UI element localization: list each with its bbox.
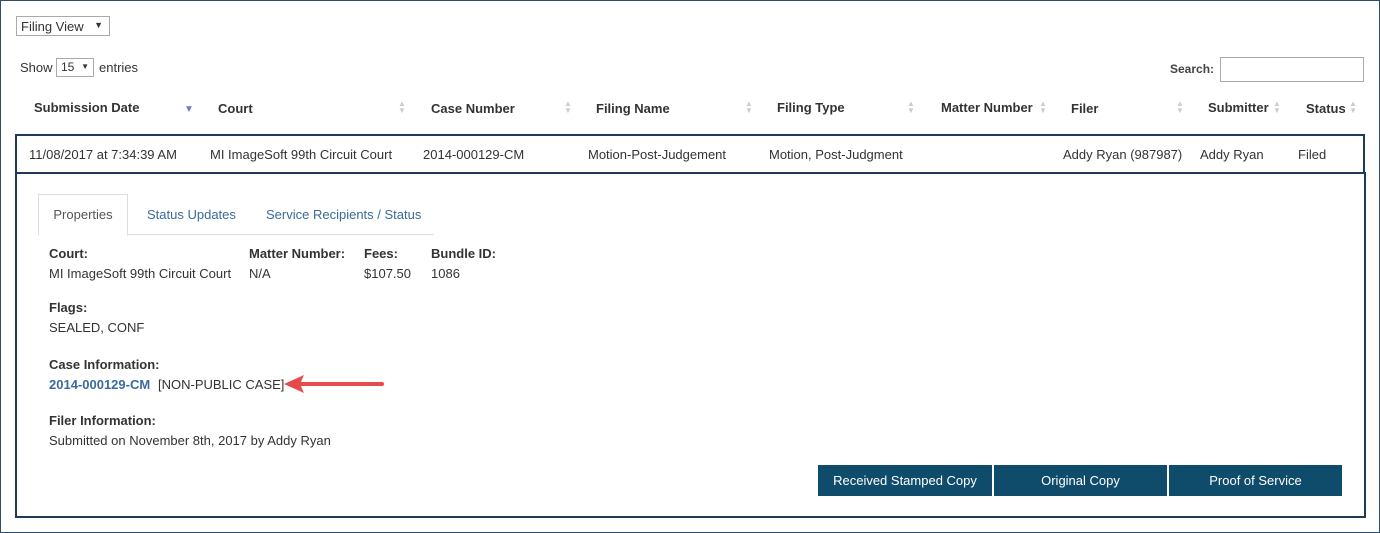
- sort-desc-icon[interactable]: ▼: [184, 105, 194, 115]
- sort-icon[interactable]: ▲ ▼: [1175, 100, 1185, 115]
- column-header-matter-number[interactable]: Matter Number: [941, 100, 1033, 115]
- search-input[interactable]: [1220, 57, 1364, 82]
- cell-status: Filed: [1298, 147, 1327, 162]
- sort-icon[interactable]: ▲ ▼: [563, 100, 573, 115]
- sort-icon[interactable]: ▲ ▼: [397, 100, 407, 115]
- cell-submission-date: 11/08/2017 at 7:34:39 AM: [29, 147, 177, 162]
- matter-number-value: N/A: [249, 266, 271, 281]
- cell-submitter: Addy Ryan: [1200, 147, 1264, 162]
- sort-icon[interactable]: ▲ ▼: [906, 100, 916, 115]
- bundle-id-value: 1086: [431, 266, 460, 281]
- bundle-id-label: Bundle ID:: [431, 246, 496, 261]
- sort-icon[interactable]: ▲ ▼: [1272, 100, 1282, 115]
- cell-filer: Addy Ryan (987987): [1063, 147, 1183, 162]
- filer-information-label: Filer Information:: [49, 413, 156, 428]
- column-header-filer[interactable]: Filer: [1071, 101, 1098, 116]
- sort-icon[interactable]: ▲ ▼: [1348, 100, 1358, 115]
- sort-icon[interactable]: ▲ ▼: [1038, 100, 1048, 115]
- cell-case-number: 2014-000129-CM: [423, 147, 525, 162]
- column-header-submission-date[interactable]: Submission Date: [34, 100, 139, 115]
- dropdown-arrow-icon: ▼: [94, 20, 103, 30]
- filer-information-value: Submitted on November 8th, 2017 by Addy …: [49, 433, 331, 448]
- view-select[interactable]: Filing View ▼: [16, 16, 110, 36]
- column-header-status[interactable]: Status: [1306, 101, 1346, 116]
- column-header-filing-type[interactable]: Filing Type: [777, 100, 845, 115]
- cell-filing-type: Motion, Post-Judgment: [769, 147, 903, 162]
- entries-select-value: 15: [61, 60, 75, 74]
- column-header-submitter[interactable]: Submitter: [1208, 100, 1269, 115]
- column-header-filing-name[interactable]: Filing Name: [596, 101, 670, 116]
- search-label: Search:: [1170, 62, 1215, 76]
- column-header-case-number[interactable]: Case Number: [431, 101, 515, 116]
- tab-status-updates[interactable]: Status Updates: [147, 207, 236, 222]
- received-stamped-copy-button[interactable]: Received Stamped Copy: [818, 465, 992, 496]
- sort-icon[interactable]: ▲ ▼: [744, 100, 754, 115]
- annotation-arrow-icon: [284, 375, 384, 393]
- entries-select[interactable]: 15 ▼: [56, 58, 94, 77]
- proof-of-service-button[interactable]: Proof of Service: [1169, 465, 1342, 496]
- show-label: Show: [20, 60, 53, 75]
- matter-number-label: Matter Number:: [249, 246, 346, 261]
- fees-label: Fees:: [364, 246, 398, 261]
- entries-label: entries: [99, 60, 139, 75]
- column-header-court[interactable]: Court: [218, 101, 253, 116]
- flags-value: SEALED, CONF: [49, 320, 145, 335]
- court-value: MI ImageSoft 99th Circuit Court: [49, 266, 232, 281]
- tab-service-recipients[interactable]: Service Recipients / Status: [266, 207, 421, 222]
- case-information-label: Case Information:: [49, 357, 160, 372]
- view-select-value: Filing View: [21, 19, 84, 34]
- tab-properties[interactable]: Properties: [38, 194, 128, 236]
- case-number-link[interactable]: 2014-000129-CM: [49, 377, 150, 392]
- dropdown-arrow-icon: ▼: [81, 62, 89, 71]
- fees-value: $107.50: [364, 266, 411, 281]
- cell-court: MI ImageSoft 99th Circuit Court: [210, 147, 393, 162]
- cell-filing-name: Motion-Post-Judgement: [588, 147, 727, 162]
- original-copy-button[interactable]: Original Copy: [994, 465, 1167, 496]
- flags-label: Flags:: [49, 300, 88, 315]
- non-public-case-note: [NON-PUBLIC CASE]: [158, 377, 285, 392]
- court-label: Court:: [49, 246, 88, 261]
